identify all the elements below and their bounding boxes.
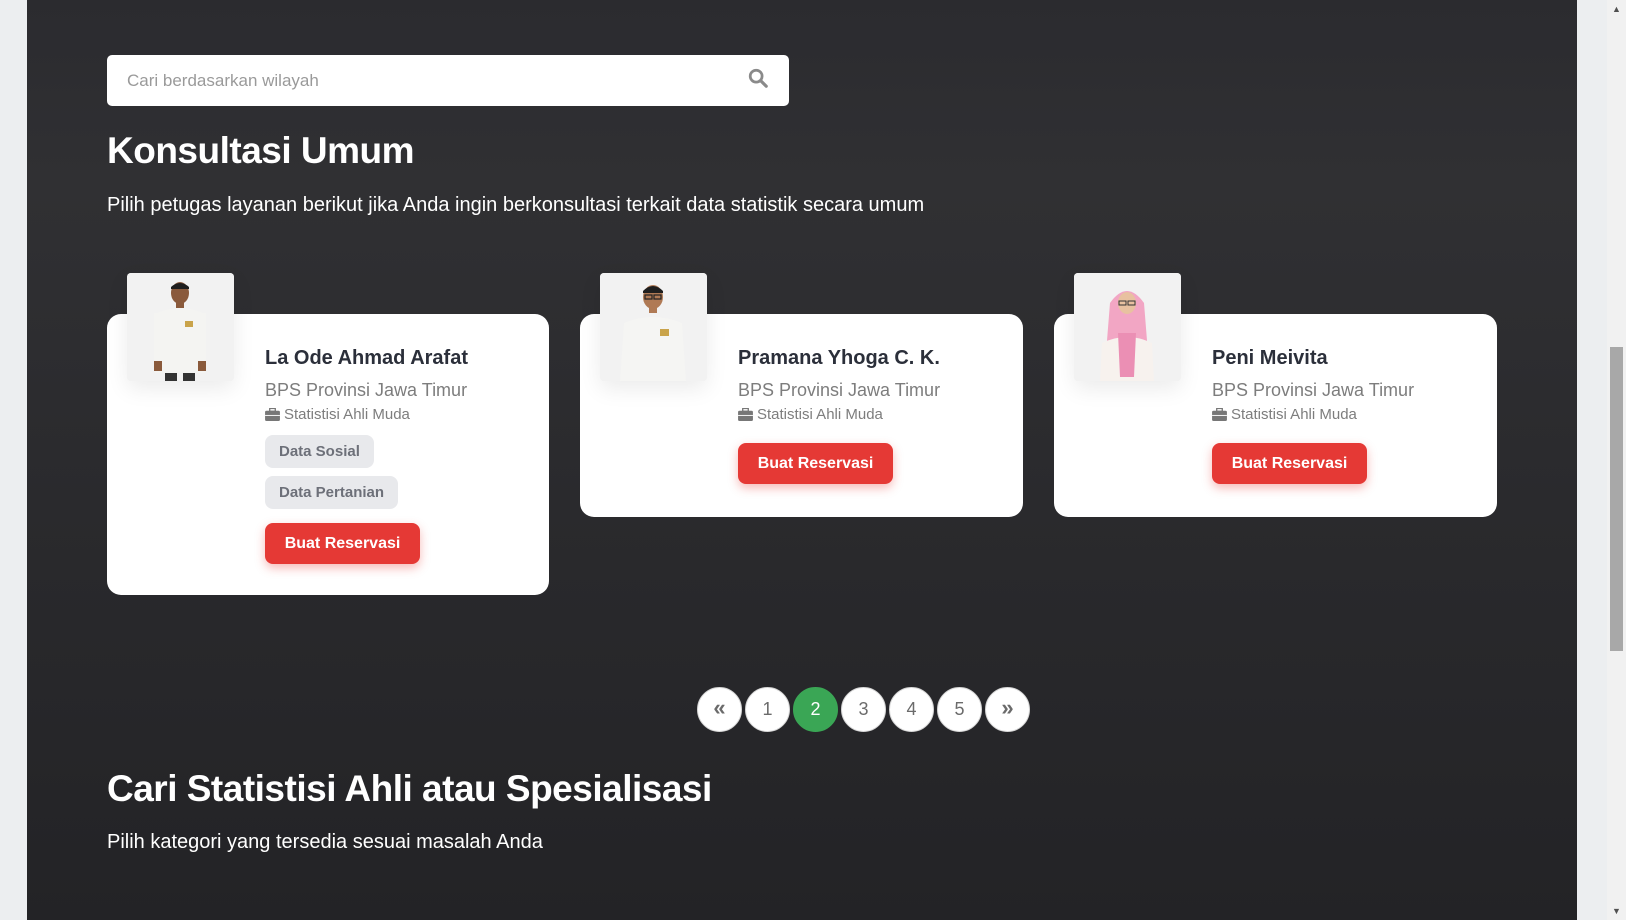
avatar [1074, 273, 1181, 381]
briefcase-icon [738, 408, 753, 421]
consultant-card: Peni Meivita BPS Provinsi Jawa Timur Sta… [1054, 273, 1497, 517]
briefcase-icon [1212, 408, 1227, 421]
specialist-subtitle: Pilih kategori yang tersedia sesuai masa… [107, 831, 543, 853]
tag-data-sosial[interactable]: Data Sosial [265, 435, 374, 468]
avatar [127, 273, 234, 381]
search-bar[interactable] [107, 55, 789, 106]
consultant-org: BPS Provinsi Jawa Timur [738, 380, 941, 400]
search-input[interactable] [127, 70, 747, 91]
consultant-role: Statistisi Ahli Muda [265, 406, 468, 423]
consultant-role: Statistisi Ahli Muda [738, 406, 940, 423]
consultant-role-label: Statistisi Ahli Muda [757, 406, 883, 423]
reserve-button[interactable]: Buat Reservasi [738, 443, 893, 484]
reserve-button[interactable]: Buat Reservasi [1212, 443, 1367, 484]
pagination-page-3[interactable]: 3 [841, 687, 886, 732]
consultant-role: Statistisi Ahli Muda [1212, 406, 1414, 423]
consultant-card: La Ode Ahmad Arafat BPS Provinsi Jawa Ti… [107, 273, 549, 595]
consultant-card: Pramana Yhoga C. K. BPS Provinsi Jawa Ti… [580, 273, 1023, 517]
double-chevron-left-icon: « [713, 695, 726, 720]
search-icon[interactable] [747, 67, 769, 94]
pagination-first-button[interactable]: « [697, 687, 742, 732]
consultant-name: La Ode Ahmad Arafat [265, 347, 468, 369]
consultation-section: Konsultasi Umum Pilih petugas layanan be… [27, 0, 1577, 920]
consultant-name: Peni Meivita [1212, 347, 1328, 369]
reserve-button[interactable]: Buat Reservasi [265, 523, 420, 564]
tag-data-pertanian[interactable]: Data Pertanian [265, 476, 399, 509]
briefcase-icon [265, 408, 280, 421]
pagination-last-button[interactable]: » [985, 687, 1030, 732]
consultant-name: Pramana Yhoga C. K. [738, 347, 940, 369]
general-consult-subtitle: Pilih petugas layanan berikut jika Anda … [107, 194, 925, 216]
general-consult-title: Konsultasi Umum [107, 130, 415, 171]
consultant-org: BPS Provinsi Jawa Timur [265, 380, 468, 400]
double-chevron-right-icon: » [1001, 695, 1014, 720]
consultant-role-label: Statistisi Ahli Muda [1231, 406, 1357, 423]
consultant-photo [600, 273, 707, 381]
pagination-page-1[interactable]: 1 [745, 687, 790, 732]
avatar [600, 273, 707, 381]
specialist-title: Cari Statistisi Ahli atau Spesialisasi [107, 768, 712, 809]
pagination: « 1 2 3 4 5 » [697, 687, 1030, 732]
consultant-role-label: Statistisi Ahli Muda [284, 406, 410, 423]
left-gutter [0, 0, 27, 920]
consultant-org: BPS Provinsi Jawa Timur [1212, 380, 1415, 400]
pagination-page-2[interactable]: 2 [793, 687, 838, 732]
scrollbar[interactable]: ▲ ▼ [1607, 0, 1626, 920]
consultant-tags: Data Sosial Data Pertanian [265, 435, 468, 509]
scrollbar-thumb[interactable] [1610, 347, 1623, 651]
consultant-photo [1074, 273, 1181, 381]
pagination-page-5[interactable]: 5 [937, 687, 982, 732]
consultant-photo [127, 273, 234, 381]
scroll-up-arrow-icon[interactable]: ▲ [1607, 0, 1626, 18]
scroll-down-arrow-icon[interactable]: ▼ [1607, 902, 1626, 920]
pagination-page-4[interactable]: 4 [889, 687, 934, 732]
